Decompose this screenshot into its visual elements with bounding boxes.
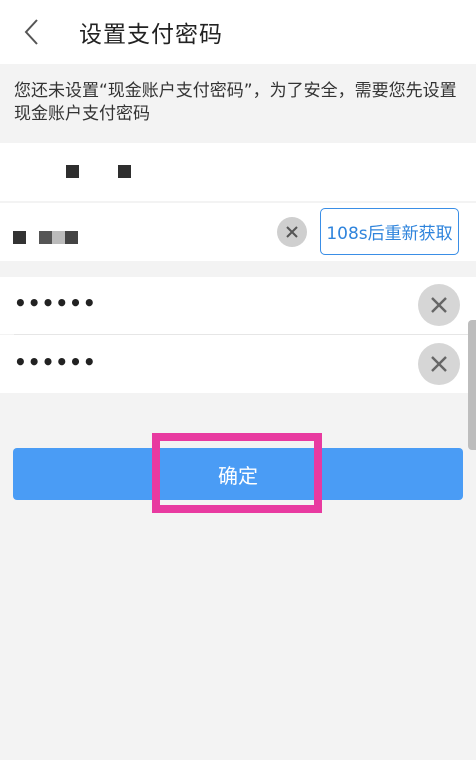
close-icon [431,356,447,372]
back-button[interactable] [0,0,62,64]
masked-pixel [52,231,65,244]
masked-pixel [66,165,79,178]
close-icon [431,297,447,313]
top-bar: 设置支付密码 [0,0,476,64]
notice-text: 您还未设置“现金账户支付密码”，为了安全，需要您先设置现金账户支付密码 [14,81,457,124]
confirm-password-field[interactable]: •••••• [0,335,476,393]
clear-password-button[interactable] [418,284,460,326]
phone-field[interactable] [0,143,476,201]
page-title: 设置支付密码 [79,22,223,48]
close-icon [286,226,298,238]
confirm-button[interactable]: 确定 [13,448,463,500]
masked-pixel [65,231,78,244]
scrollbar[interactable] [468,320,476,450]
masked-pixel [118,165,131,178]
resend-code-button[interactable]: 108s后重新获取 [320,208,459,255]
masked-pixel [13,231,26,244]
confirm-password-value: •••••• [14,350,97,374]
password-value: •••••• [14,291,97,315]
clear-confirm-password-button[interactable] [418,343,460,385]
masked-pixel [39,231,52,244]
clear-code-button[interactable] [277,217,307,247]
password-field[interactable]: •••••• [0,277,476,334]
chevron-left-icon [24,19,38,45]
